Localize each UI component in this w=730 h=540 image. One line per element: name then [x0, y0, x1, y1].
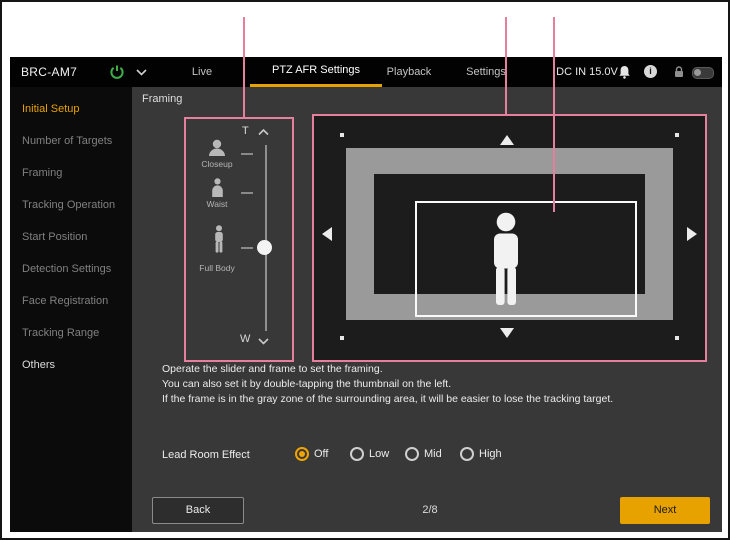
- corner-dot: [340, 336, 344, 340]
- bell-icon[interactable]: [618, 65, 631, 79]
- arrow-down-icon[interactable]: [500, 328, 514, 338]
- radio-label: Mid: [424, 448, 442, 460]
- radio-label: Off: [314, 448, 328, 460]
- corner-dot: [340, 133, 344, 137]
- instructions: Operate the slider and frame to set the …: [162, 362, 702, 407]
- topbar: BRC-AM7 Live PTZ AFR Settings Playback S…: [10, 57, 722, 87]
- sidebar-item-initial-setup[interactable]: Initial Setup: [10, 93, 132, 125]
- sidebar-item-start-position[interactable]: Start Position: [10, 221, 132, 253]
- sidebar-item-face-registration[interactable]: Face Registration: [10, 285, 132, 317]
- arrow-right-icon[interactable]: [687, 227, 697, 241]
- page: BRC-AM7 Live PTZ AFR Settings Playback S…: [0, 0, 730, 540]
- arrow-left-icon[interactable]: [322, 227, 332, 241]
- callout-line-framing-area: [505, 17, 507, 114]
- chevron-down-icon[interactable]: [258, 338, 269, 345]
- tab-settings[interactable]: Settings: [456, 57, 516, 87]
- lead-room-effect-label: Lead Room Effect: [162, 449, 250, 461]
- section-title: Framing: [142, 93, 182, 105]
- instruction-line: If the frame is in the gray zone of the …: [162, 392, 702, 406]
- device-name: BRC-AM7: [21, 57, 77, 87]
- instruction-line: Operate the slider and frame to set the …: [162, 362, 702, 376]
- lead-room-effect-row: Lead Room Effect Off Low Mid High: [162, 445, 702, 467]
- sidebar: Initial Setup Number of Targets Framing …: [10, 87, 132, 532]
- radio-label: High: [479, 448, 502, 460]
- radio-low[interactable]: Low: [350, 447, 389, 461]
- framing-slider-panel: T Closeup Waist Full Body: [184, 117, 294, 362]
- closeup-thumbnail-icon[interactable]: [208, 139, 226, 156]
- info-icon[interactable]: i: [644, 65, 657, 78]
- radio-off[interactable]: Off: [295, 447, 328, 461]
- radio-high[interactable]: High: [460, 447, 502, 461]
- toggle-knob: [694, 69, 701, 76]
- zoom-slider-track[interactable]: [265, 145, 267, 331]
- chevron-up-icon[interactable]: [258, 129, 269, 136]
- tab-playback[interactable]: Playback: [376, 57, 442, 87]
- slider-tick-full-body: [241, 247, 253, 249]
- radio-label: Low: [369, 448, 389, 460]
- power-icon[interactable]: [109, 64, 125, 80]
- sidebar-item-detection-settings[interactable]: Detection Settings: [10, 253, 132, 285]
- framing-frame[interactable]: [415, 201, 637, 317]
- corner-dot: [675, 336, 679, 340]
- wide-label: W: [240, 333, 250, 345]
- page-indicator: 2/8: [340, 504, 520, 516]
- person-icon: [487, 212, 525, 306]
- next-button[interactable]: Next: [620, 497, 710, 524]
- arrow-up-icon[interactable]: [500, 135, 514, 145]
- tab-live[interactable]: Live: [170, 57, 234, 87]
- back-button[interactable]: Back: [152, 497, 244, 524]
- radio-circle: [295, 447, 309, 461]
- lock-icon: [674, 66, 684, 78]
- sidebar-item-tracking-range[interactable]: Tracking Range: [10, 317, 132, 349]
- full-body-thumbnail-icon[interactable]: [213, 225, 225, 253]
- slider-tick-waist: [241, 192, 253, 194]
- radio-circle: [350, 447, 364, 461]
- waist-label: Waist: [186, 199, 248, 209]
- callout-line-slider: [243, 17, 245, 117]
- sidebar-item-tracking-operation[interactable]: Tracking Operation: [10, 189, 132, 221]
- corner-dot: [675, 133, 679, 137]
- radio-circle: [460, 447, 474, 461]
- radio-circle: [405, 447, 419, 461]
- closeup-label: Closeup: [186, 159, 248, 169]
- sidebar-item-others[interactable]: Others: [10, 349, 132, 381]
- zoom-slider-handle[interactable]: [257, 240, 272, 255]
- full-body-label: Full Body: [186, 263, 248, 273]
- radio-mid[interactable]: Mid: [405, 447, 442, 461]
- chevron-down-icon[interactable]: [136, 69, 147, 76]
- tab-ptz-afr-settings[interactable]: PTZ AFR Settings: [250, 57, 382, 87]
- sidebar-item-number-of-targets[interactable]: Number of Targets: [10, 125, 132, 157]
- app-window: BRC-AM7 Live PTZ AFR Settings Playback S…: [10, 57, 722, 532]
- callout-line-frame: [553, 17, 555, 212]
- sidebar-item-framing[interactable]: Framing: [10, 157, 132, 189]
- instruction-line: You can also set it by double-tapping th…: [162, 377, 702, 391]
- waist-thumbnail-icon[interactable]: [210, 178, 225, 197]
- slider-tick-closeup: [241, 153, 253, 155]
- tele-label: T: [242, 125, 249, 137]
- status-toggle: [692, 67, 714, 79]
- framing-area-panel: [312, 114, 707, 362]
